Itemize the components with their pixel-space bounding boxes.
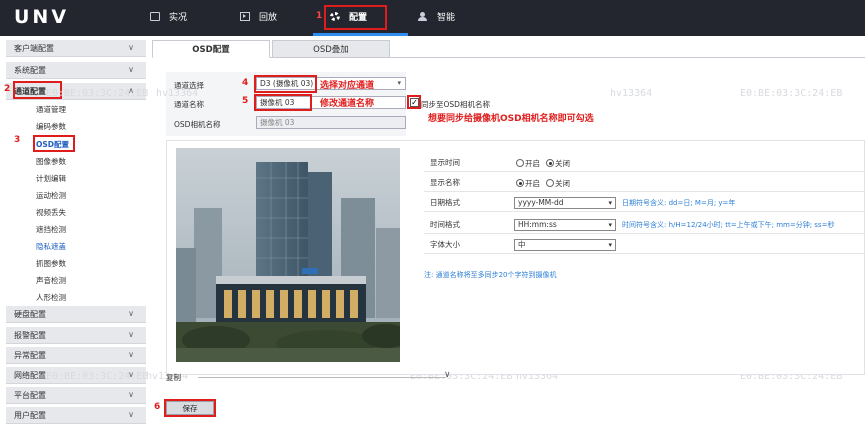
annotation-box-sync-checkbox bbox=[407, 95, 421, 109]
sync-osd-label: 同步至OSD相机名称 bbox=[421, 100, 490, 109]
sidebar-item-audio[interactable]: 声音检测 bbox=[36, 275, 66, 286]
font-size-select[interactable]: 中 ▾ bbox=[514, 239, 616, 251]
chevron-down-icon: ▾ bbox=[608, 241, 612, 249]
tab-osd-config[interactable]: OSD配置 bbox=[152, 40, 270, 58]
sidebar-group-disk[interactable]: 硬盘配置 ∨ bbox=[6, 306, 146, 323]
show-name-row: 显示名称 开启 关闭 bbox=[424, 174, 865, 192]
font-size-row: 字体大小 中 ▾ bbox=[424, 236, 865, 254]
top-nav-bar: UNV 实况 回放 配置 智能 bbox=[0, 0, 865, 36]
show-name-on-radio[interactable] bbox=[516, 179, 524, 187]
date-format-select[interactable]: yyyy-MM-dd ▾ bbox=[514, 197, 616, 209]
chevron-down-icon: ∨ bbox=[128, 330, 134, 339]
building-preview bbox=[176, 148, 400, 362]
show-time-off-radio[interactable] bbox=[546, 159, 554, 167]
nav-playback-label: 回放 bbox=[259, 13, 278, 23]
nav-live[interactable]: 实况 bbox=[150, 10, 187, 23]
sidebar-item-privacy[interactable]: 隐私遮盖 bbox=[36, 241, 66, 252]
chevron-down-icon: ▾ bbox=[608, 221, 612, 229]
annotation-number-5: 5 bbox=[242, 96, 249, 106]
annotation-number-2: 2 bbox=[4, 84, 11, 94]
sidebar-item-human[interactable]: 人形检测 bbox=[36, 292, 66, 303]
watermark-id: hv13364 bbox=[610, 88, 653, 99]
chevron-down-icon: ▾ bbox=[397, 79, 401, 87]
time-format-row: 时间格式 HH:mm:ss ▾ 时间符号含义: h/H=12/24小时; tt=… bbox=[424, 216, 865, 234]
sidebar-group-alarm[interactable]: 报警配置 ∨ bbox=[6, 327, 146, 344]
annotation-box-osd bbox=[33, 135, 75, 152]
chevron-down-icon: ∨ bbox=[128, 350, 134, 359]
date-format-label: 日期格式 bbox=[430, 198, 460, 207]
watermark-id: hv13364 bbox=[156, 88, 199, 99]
watermark-mac: E0:BE:03:3C:24:EB bbox=[46, 371, 149, 382]
nav-smart[interactable]: 智能 bbox=[418, 10, 455, 23]
channel-name-label: 通道名称 bbox=[174, 100, 204, 109]
time-format-select[interactable]: HH:mm:ss ▾ bbox=[514, 219, 616, 231]
nav-playback[interactable]: 回放 bbox=[240, 10, 277, 23]
sidebar-item-motion[interactable]: 运动检测 bbox=[36, 190, 66, 201]
sidebar-item-schedule[interactable]: 计划编辑 bbox=[36, 173, 66, 184]
sidebar-item-tamper[interactable]: 遮挡检测 bbox=[36, 224, 66, 235]
sidebar-group-client[interactable]: 客户端配置 ∨ bbox=[6, 40, 146, 57]
annotation-box-channel-select bbox=[254, 75, 317, 93]
watermark-mac: E0:BE:03:3C:24:EB bbox=[46, 88, 149, 99]
show-time-on-radio[interactable] bbox=[516, 159, 524, 167]
annotation-sync-hint: 想要同步给摄像机OSD相机名称即可勾选 bbox=[428, 114, 594, 124]
show-name-off-radio[interactable] bbox=[546, 179, 554, 187]
person-icon bbox=[418, 12, 428, 21]
sidebar-group-user[interactable]: 用户配置 ∨ bbox=[6, 407, 146, 424]
chevron-down-icon: ∨ bbox=[128, 43, 134, 52]
sidebar-item-image[interactable]: 图像参数 bbox=[36, 156, 66, 167]
camera-preview-image bbox=[176, 148, 400, 362]
chevron-down-icon: ∨ bbox=[128, 65, 134, 74]
annotation-number-4: 4 bbox=[242, 78, 249, 88]
playback-icon bbox=[240, 12, 250, 21]
tab-osd-overlay[interactable]: OSD叠加 bbox=[272, 40, 390, 58]
tab-bar: OSD配置 OSD叠加 bbox=[152, 40, 865, 58]
sidebar-item-channel-manage[interactable]: 通道管理 bbox=[36, 104, 66, 115]
show-time-label: 显示时间 bbox=[430, 158, 460, 167]
sync-note: 注: 通道名称将至多同步20个字符到摄像机 bbox=[424, 271, 557, 279]
chevron-down-icon: ▾ bbox=[608, 199, 612, 207]
watermark-mac: E0:BE:03:3C:24:EB bbox=[740, 88, 843, 99]
show-name-label: 显示名称 bbox=[430, 178, 460, 187]
nav-live-label: 实况 bbox=[169, 13, 188, 23]
time-format-hint: 时间符号含义: h/H=12/24小时; tt=上午或下午; mm=分钟; ss… bbox=[622, 221, 835, 229]
annotation-number-1: 1 bbox=[316, 11, 323, 21]
date-format-row: 日期格式 yyyy-MM-dd ▾ 日期符号含义: dd=日; M=月; y=年 bbox=[424, 194, 865, 212]
time-format-label: 时间格式 bbox=[430, 220, 460, 229]
chevron-down-icon[interactable]: ∨ bbox=[444, 370, 451, 380]
sidebar-item-snapshot[interactable]: 抓图参数 bbox=[36, 258, 66, 269]
show-time-row: 显示时间 开启 关闭 bbox=[424, 154, 865, 172]
annotation-box-config bbox=[324, 5, 387, 30]
nav-active-indicator bbox=[313, 33, 408, 36]
annotation-rename-channel: 修改通道名称 bbox=[320, 99, 375, 109]
monitor-icon bbox=[150, 12, 160, 21]
annotation-number-6: 6 bbox=[154, 402, 161, 412]
copy-label[interactable]: 复制 bbox=[166, 372, 181, 383]
sidebar-item-video-loss[interactable]: 视频丢失 bbox=[36, 207, 66, 218]
annotation-box-save bbox=[164, 399, 216, 417]
annotation-box-channel-name bbox=[254, 94, 312, 111]
osd-cam-name-label: OSD相机名称 bbox=[174, 120, 221, 129]
sidebar-group-system[interactable]: 系统配置 ∨ bbox=[6, 62, 146, 79]
annotation-number-3: 3 bbox=[14, 135, 21, 145]
nav-smart-label: 智能 bbox=[437, 13, 456, 23]
osd-cam-name-field: 摄像机 03 bbox=[256, 116, 406, 129]
brand-logo: UNV bbox=[14, 6, 70, 28]
copy-divider bbox=[198, 377, 446, 378]
annotation-select-channel: 选择对应通道 bbox=[320, 81, 375, 91]
date-format-hint: 日期符号含义: dd=日; M=月; y=年 bbox=[622, 199, 736, 207]
sidebar-group-platform[interactable]: 平台配置 ∨ bbox=[6, 387, 146, 404]
chevron-down-icon: ∨ bbox=[128, 410, 134, 419]
chevron-down-icon: ∨ bbox=[128, 309, 134, 318]
font-size-label: 字体大小 bbox=[430, 240, 460, 249]
sidebar-group-exception[interactable]: 异常配置 ∨ bbox=[6, 347, 146, 364]
chevron-down-icon: ∨ bbox=[128, 390, 134, 399]
sidebar-item-encode[interactable]: 编码参数 bbox=[36, 121, 66, 132]
